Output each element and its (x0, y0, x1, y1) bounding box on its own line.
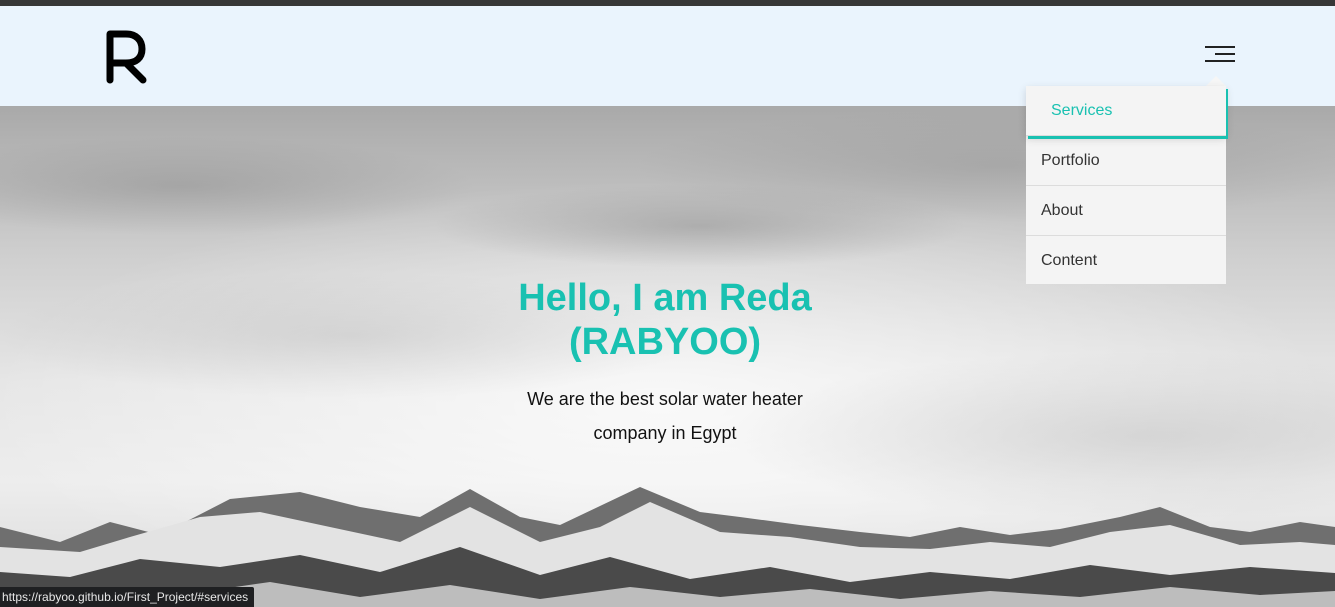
hamburger-icon[interactable] (1200, 44, 1240, 68)
hero-title: Hello, I am Reda (RABYOO) (518, 277, 812, 363)
hamburger-line (1205, 46, 1235, 48)
menu-item-services[interactable]: Services (1026, 86, 1226, 136)
hamburger-line (1215, 53, 1235, 55)
menu-item-content[interactable]: Content (1026, 236, 1226, 284)
hamburger-line (1205, 60, 1235, 62)
hero-subtitle: We are the best solar water heater compa… (527, 389, 803, 443)
nav-dropdown-menu: Services Portfolio About Content (1026, 86, 1226, 284)
menu-item-portfolio[interactable]: Portfolio (1026, 136, 1226, 186)
logo[interactable] (103, 28, 149, 84)
hero-text: Hello, I am Reda (RABYOO) We are the bes… (440, 276, 890, 450)
menu-caret (1206, 76, 1226, 86)
menu-item-about[interactable]: About (1026, 186, 1226, 236)
link-status-bar: https://rabyoo.github.io/First_Project/#… (0, 587, 255, 607)
